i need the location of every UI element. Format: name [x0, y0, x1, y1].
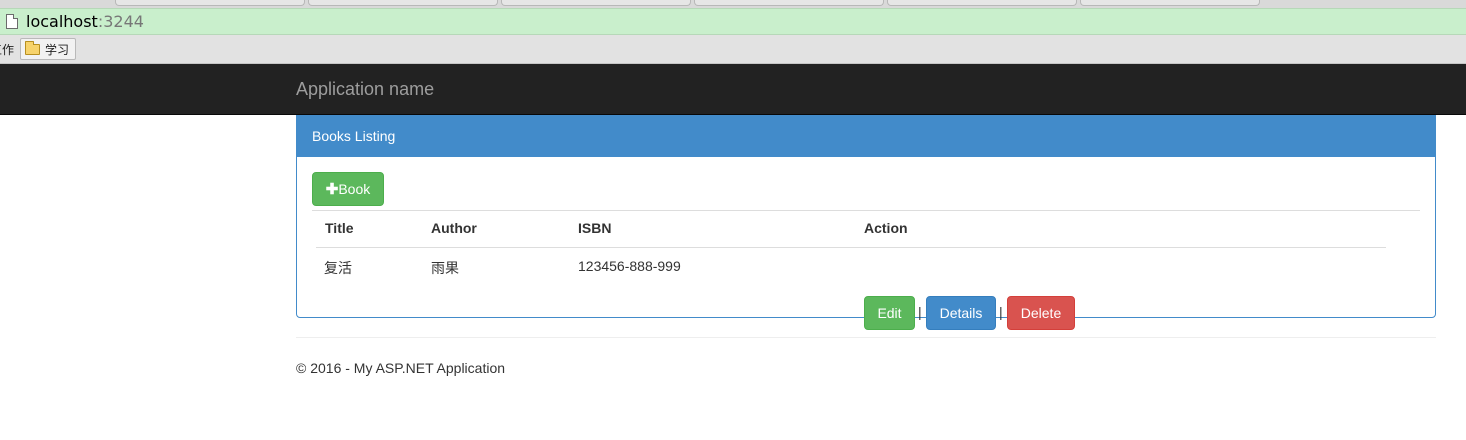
action-separator: | [999, 304, 1003, 320]
column-header-title: Title [325, 220, 354, 236]
browser-tab-strip [0, 0, 1466, 8]
browser-tab[interactable] [115, 0, 305, 6]
folder-icon [25, 40, 40, 55]
browser-tab[interactable] [887, 0, 1077, 6]
bookmark-folder-label: 学习 [45, 42, 70, 57]
brand-link[interactable]: Application name [296, 78, 434, 100]
panel-body: ✚Book Title Author ISBN Action 复活 雨果 123… [297, 157, 1435, 330]
navbar: Application name [0, 64, 1466, 115]
url-text[interactable]: localhost:3244 [26, 12, 144, 31]
page-icon [6, 14, 18, 29]
action-separator: | [918, 304, 922, 320]
cell-title: 复活 [324, 261, 352, 277]
footer-divider [296, 337, 1436, 338]
footer-copyright: © 2016 - My ASP.NET Application [296, 360, 506, 376]
edit-button[interactable]: Edit [864, 296, 915, 330]
table-header-border [316, 247, 1386, 248]
browser-tab[interactable] [1080, 0, 1260, 6]
column-header-isbn: ISBN [578, 220, 612, 236]
panel-heading: Books Listing [297, 116, 1435, 157]
column-header-action: Action [864, 220, 908, 236]
browser-tab[interactable] [501, 0, 691, 6]
plus-icon: ✚ [325, 181, 339, 198]
cell-isbn: 123456-888-999 [578, 258, 681, 274]
delete-button[interactable]: Delete [1007, 296, 1075, 330]
bookmarks-bar: 工作 学习 [0, 35, 1466, 64]
table-top-border [312, 210, 1420, 211]
cell-author: 雨果 [431, 261, 459, 277]
bookmark-item[interactable]: 工作 [0, 41, 14, 58]
browser-tab[interactable] [308, 0, 498, 6]
browser-tab[interactable] [694, 0, 884, 6]
column-header-author: Author [431, 220, 477, 236]
add-book-label: Book [338, 181, 371, 197]
books-panel: Books Listing ✚Book Title Author ISBN Ac… [296, 115, 1436, 330]
url-host: localhost [26, 12, 98, 31]
url-port: :3244 [97, 12, 144, 31]
details-button[interactable]: Details [926, 296, 996, 330]
add-book-button[interactable]: ✚Book [312, 172, 384, 206]
bookmark-folder[interactable]: 学习 [20, 38, 77, 60]
address-bar[interactable]: localhost:3244 [0, 8, 1466, 35]
